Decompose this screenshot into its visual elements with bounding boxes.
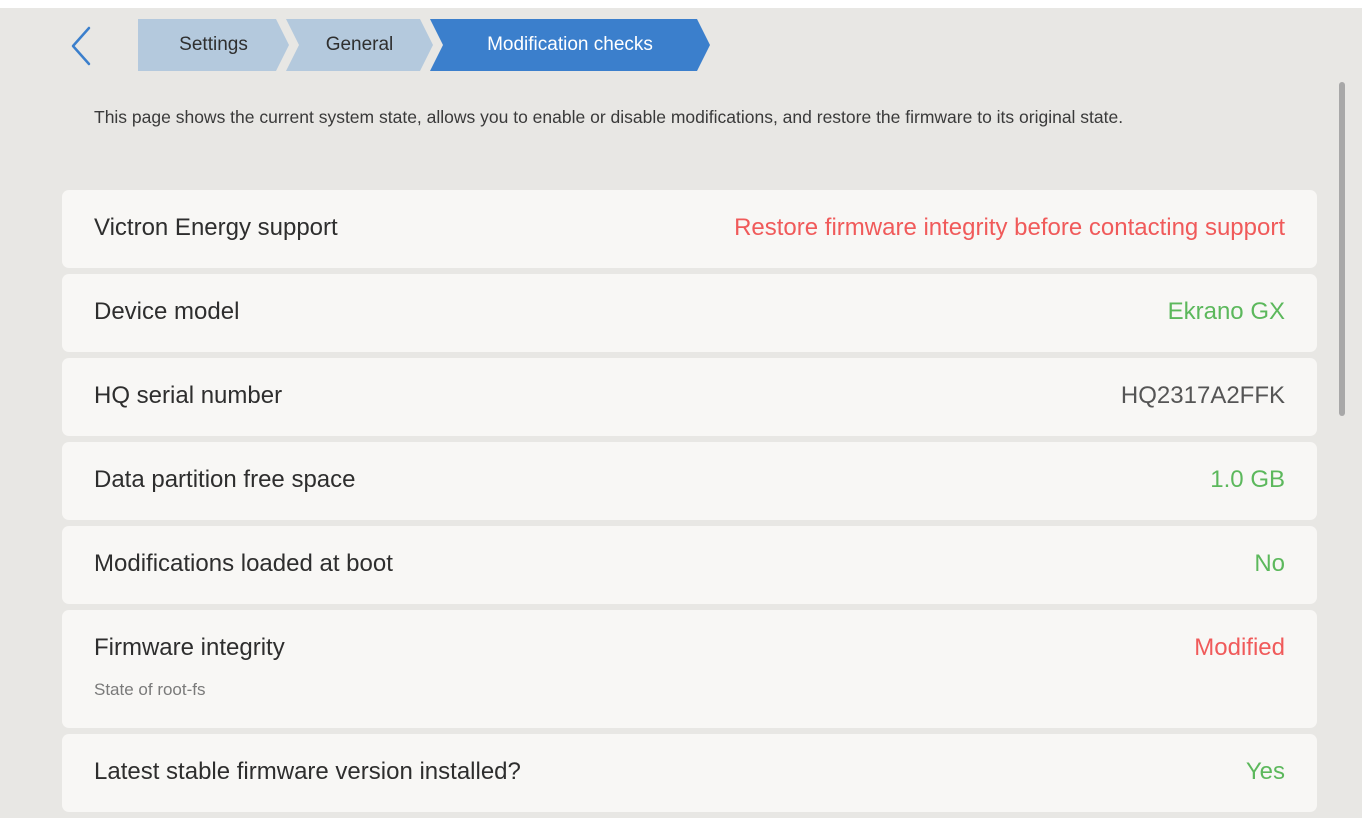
row-victron-support[interactable]: Victron Energy support Restore firmware …	[62, 190, 1317, 268]
row-label: Victron Energy support	[94, 214, 338, 241]
back-button[interactable]	[62, 25, 102, 67]
row-label: Modifications loaded at boot	[94, 550, 393, 577]
row-device-model[interactable]: Device model Ekrano GX	[62, 274, 1317, 352]
row-value: Yes	[1245, 758, 1285, 785]
breadcrumb-general[interactable]: General	[286, 19, 433, 71]
chevron-left-icon	[71, 26, 91, 66]
row-latest-firmware[interactable]: Latest stable firmware version installed…	[62, 734, 1317, 812]
breadcrumb-modification-checks-label: Modification checks	[487, 34, 653, 55]
settings-list: Victron Energy support Restore firmware …	[62, 190, 1317, 818]
row-hq-serial[interactable]: HQ serial number HQ2317A2FFK	[62, 358, 1317, 436]
row-sublabel: State of root-fs	[94, 680, 206, 699]
row-firmware-integrity[interactable]: Firmware integrity State of root-fs Modi…	[62, 610, 1317, 728]
breadcrumb-settings-label: Settings	[179, 34, 248, 55]
breadcrumb-general-label: General	[325, 34, 394, 55]
row-value: Ekrano GX	[1167, 298, 1285, 325]
row-value: HQ2317A2FFK	[1120, 382, 1285, 409]
row-label: Latest stable firmware version installed…	[94, 758, 521, 785]
top-strip	[0, 0, 1362, 8]
row-label: Firmware integrity	[94, 634, 285, 661]
breadcrumb-modification-checks: Modification checks	[430, 19, 710, 71]
row-value: No	[1254, 550, 1285, 577]
breadcrumb: Settings General Modification checks	[138, 19, 710, 71]
row-label: HQ serial number	[94, 382, 283, 409]
scrollbar[interactable]	[1339, 82, 1345, 416]
row-data-partition[interactable]: Data partition free space 1.0 GB	[62, 442, 1317, 520]
breadcrumb-settings[interactable]: Settings	[138, 19, 289, 71]
row-value: Modified	[1194, 634, 1285, 661]
row-value: Restore firmware integrity before contac…	[734, 214, 1285, 241]
row-label: Data partition free space	[94, 466, 356, 493]
row-value: 1.0 GB	[1210, 466, 1285, 493]
intro-text: This page shows the current system state…	[94, 107, 1124, 127]
row-label: Device model	[94, 298, 240, 325]
row-mods-loaded[interactable]: Modifications loaded at boot No	[62, 526, 1317, 604]
header: Settings General Modification checks	[0, 8, 1362, 84]
